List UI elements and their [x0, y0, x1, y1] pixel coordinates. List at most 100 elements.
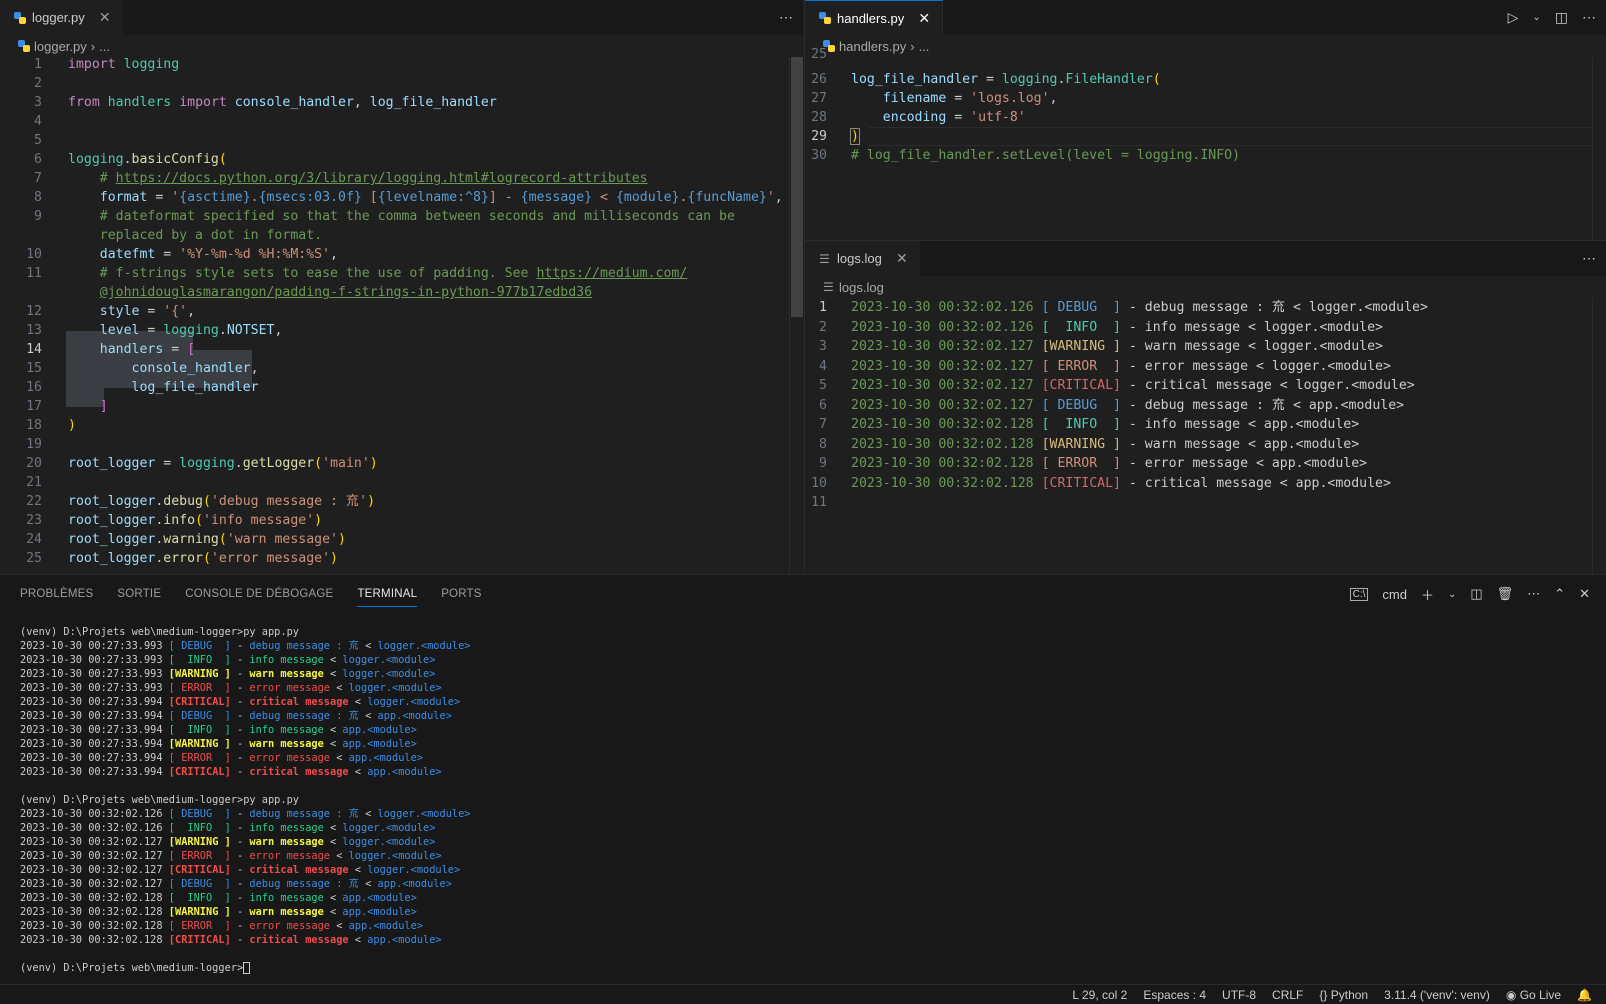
split-editor-icon[interactable]: ◫ — [1555, 9, 1568, 26]
terminal-prompt: (venv) D:\Projets web\medium-logger> — [20, 626, 244, 638]
log-line: 2023-10-30 00:32:02.127 [ DEBUG ] - debu… — [851, 397, 1405, 413]
chevron-down-icon[interactable]: ⌄ — [1448, 589, 1456, 600]
tab-bar: ☰ logs.log ✕ ⋯ — [805, 241, 1606, 276]
trash-icon[interactable]: 🗑 — [1497, 586, 1514, 602]
line-number: 7 — [819, 417, 827, 432]
terminal-prompt: (venv) D:\Projets web\medium-logger> — [20, 794, 244, 806]
editor-group-left: logger.py ✕ ⋯ logger.py › ... 1 import l… — [0, 0, 803, 574]
close-icon[interactable]: ✕ — [97, 9, 113, 26]
line-number: 5 — [819, 378, 827, 393]
status-bar: L 29, col 2 Espaces : 4 UTF-8 CRLF {} Py… — [0, 984, 1606, 1004]
braces-icon: {} — [1319, 987, 1328, 1002]
tab-output[interactable]: SORTIE — [117, 588, 161, 600]
terminal-log-line: 2023-10-30 00:27:33.994 [CRITICAL] - cri… — [20, 696, 461, 708]
terminal-shell-icon: C:\ — [1349, 587, 1369, 601]
tab-logs-log[interactable]: ☰ logs.log ✕ — [805, 241, 920, 276]
tab-label: handlers.py — [837, 10, 905, 26]
tab-bar: logger.py ✕ ⋯ — [0, 0, 803, 35]
terminal-prompt[interactable]: (venv) D:\Projets web\medium-logger> — [20, 962, 243, 974]
tab-bar: handlers.py ✕ ▷ ⌄ ◫ ⋯ — [805, 0, 1606, 35]
log-line: 2023-10-30 00:32:02.127 [WARNING ] - war… — [851, 339, 1383, 354]
tab-logger-py[interactable]: logger.py ✕ — [0, 0, 123, 35]
cursor-position[interactable]: L 29, col 2 — [1072, 988, 1127, 1002]
close-icon[interactable]: ✕ — [894, 250, 910, 267]
vscode-window: logger.py ✕ ⋯ logger.py › ... 1 import l… — [0, 0, 1606, 1004]
maximize-panel-icon[interactable]: ⌃ — [1554, 586, 1565, 602]
terminal-log-line: 2023-10-30 00:32:02.127 [ DEBUG ] - debu… — [20, 878, 452, 890]
line-number: 6 — [819, 397, 827, 413]
python-file-icon — [14, 11, 26, 24]
split-terminal-icon[interactable]: ◫ — [1470, 586, 1482, 602]
ellipsis-icon[interactable]: ⋯ — [779, 9, 793, 26]
encoding[interactable]: UTF-8 — [1222, 988, 1256, 1002]
line-number: 8 — [819, 436, 827, 452]
ellipsis-icon[interactable]: ⋯ — [1582, 250, 1596, 267]
editor-group-right: handlers.py ✕ ▷ ⌄ ◫ ⋯ handlers.py › ... … — [804, 0, 1606, 240]
tab-ports[interactable]: PORTS — [441, 588, 481, 600]
log-line: 2023-10-30 00:32:02.126 [ DEBUG ] - debu… — [851, 300, 1428, 315]
breadcrumb-file[interactable]: logger.py — [34, 39, 87, 54]
breadcrumb-file[interactable]: handlers.py — [839, 39, 906, 54]
scrollbar-thumb[interactable] — [791, 57, 803, 317]
terminal-log-line: 2023-10-30 00:27:33.994 [WARNING ] - war… — [20, 738, 417, 750]
breadcrumb-file[interactable]: logs.log — [839, 280, 884, 295]
vertical-scrollbar[interactable] — [789, 57, 803, 574]
ellipsis-icon[interactable]: ⋯ — [1582, 9, 1596, 26]
broadcast-icon: ◉ — [1505, 987, 1517, 1002]
tab-debug-console[interactable]: CONSOLE DE DÉBOGAGE — [185, 588, 333, 600]
tab-label: logs.log — [837, 251, 882, 266]
ellipsis-icon[interactable]: ⋯ — [1527, 586, 1540, 602]
log-file-icon: ☰ — [823, 280, 834, 294]
language-mode[interactable]: {} Python — [1319, 988, 1368, 1002]
terminal-log-line: 2023-10-30 00:32:02.126 [ INFO ] - info … — [20, 822, 436, 834]
terminal-log-line: 2023-10-30 00:32:02.127 [WARNING ] - war… — [20, 836, 436, 848]
log-line: 2023-10-30 00:32:02.128 [ ERROR ] - erro… — [851, 456, 1368, 471]
new-terminal-icon[interactable]: ＋ — [1421, 585, 1434, 604]
tab-handlers-py[interactable]: handlers.py ✕ — [805, 0, 944, 35]
terminal-output[interactable]: (venv) D:\Projets web\medium-logger>py a… — [20, 625, 471, 975]
go-live-button[interactable]: ◉ Go Live — [1506, 988, 1561, 1002]
close-panel-icon[interactable]: ✕ — [1579, 586, 1590, 602]
bottom-panel: PROBLÈMES SORTIE CONSOLE DE DÉBOGAGE TER… — [0, 574, 1606, 984]
terminal-log-line: 2023-10-30 00:32:02.127 [CRITICAL] - cri… — [20, 864, 461, 876]
log-line: 2023-10-30 00:32:02.128 [ INFO ] - info … — [851, 417, 1360, 432]
python-interpreter[interactable]: 3.11.4 ('venv': venv) — [1384, 988, 1490, 1002]
line-number: 2 — [819, 319, 827, 335]
terminal-log-line: 2023-10-30 00:27:33.993 [ INFO ] - info … — [20, 654, 436, 666]
tab-problems[interactable]: PROBLÈMES — [20, 588, 93, 600]
terminal-cursor — [243, 962, 251, 974]
code-area[interactable]: 25 26 log_file_handler = logging.FileHan… — [805, 47, 1606, 240]
breadcrumb-more[interactable]: ... — [919, 39, 930, 54]
tab-terminal[interactable]: TERMINAL — [357, 588, 418, 607]
vertical-scrollbar[interactable] — [1592, 57, 1606, 240]
terminal-log-line: 2023-10-30 00:27:33.994 [CRITICAL] - cri… — [20, 766, 442, 778]
shell-label[interactable]: cmd — [1382, 587, 1407, 602]
terminal-log-line: 2023-10-30 00:27:33.994 [ INFO ] - info … — [20, 724, 417, 736]
vertical-scrollbar[interactable] — [1592, 298, 1606, 574]
breadcrumb: handlers.py › ... — [805, 35, 1606, 57]
end-of-line[interactable]: CRLF — [1272, 988, 1303, 1002]
terminal-log-line: 2023-10-30 00:32:02.127 [ ERROR ] - erro… — [20, 850, 442, 862]
log-line: 2023-10-30 00:32:02.127 [CRITICAL] - cri… — [851, 378, 1415, 393]
terminal-log-line: 2023-10-30 00:27:33.993 [ ERROR ] - erro… — [20, 682, 442, 694]
line-number: 1 — [819, 300, 827, 315]
terminal-log-line: 2023-10-30 00:32:02.128 [CRITICAL] - cri… — [20, 934, 442, 946]
bell-icon[interactable]: 🔔 — [1577, 988, 1592, 1002]
line-number: 1 — [34, 57, 42, 72]
terminal-log-line: 2023-10-30 00:27:33.994 [ ERROR ] - erro… — [20, 752, 424, 764]
python-file-icon — [18, 40, 30, 52]
log-line: 2023-10-30 00:32:02.128 [CRITICAL] - cri… — [851, 475, 1391, 491]
indentation[interactable]: Espaces : 4 — [1143, 988, 1206, 1002]
run-icon[interactable]: ▷ — [1508, 9, 1519, 26]
close-icon[interactable]: ✕ — [916, 10, 932, 27]
terminal-command: py app.py — [243, 626, 299, 638]
chevron-down-icon[interactable]: ⌄ — [1532, 12, 1540, 23]
code-area[interactable]: 1 2 3 4 5 6 7 8 9 10 11 2023-10-30 00:32:02.126 [ D… — [805, 298, 1606, 574]
breadcrumb-more[interactable]: ... — [99, 39, 110, 54]
code-area[interactable]: 1 import logging 2 3 from handlers impor… — [0, 55, 803, 574]
terminal-log-line: 2023-10-30 00:27:33.993 [ DEBUG ] - debu… — [20, 640, 471, 652]
terminal-log-line: 2023-10-30 00:32:02.128 [ ERROR ] - erro… — [20, 920, 424, 932]
chevron-right-icon: › — [910, 38, 915, 54]
log-line: 2023-10-30 00:32:02.127 [ ERROR ] - erro… — [851, 358, 1391, 374]
log-line: 2023-10-30 00:32:02.126 [ INFO ] - info … — [851, 319, 1383, 335]
